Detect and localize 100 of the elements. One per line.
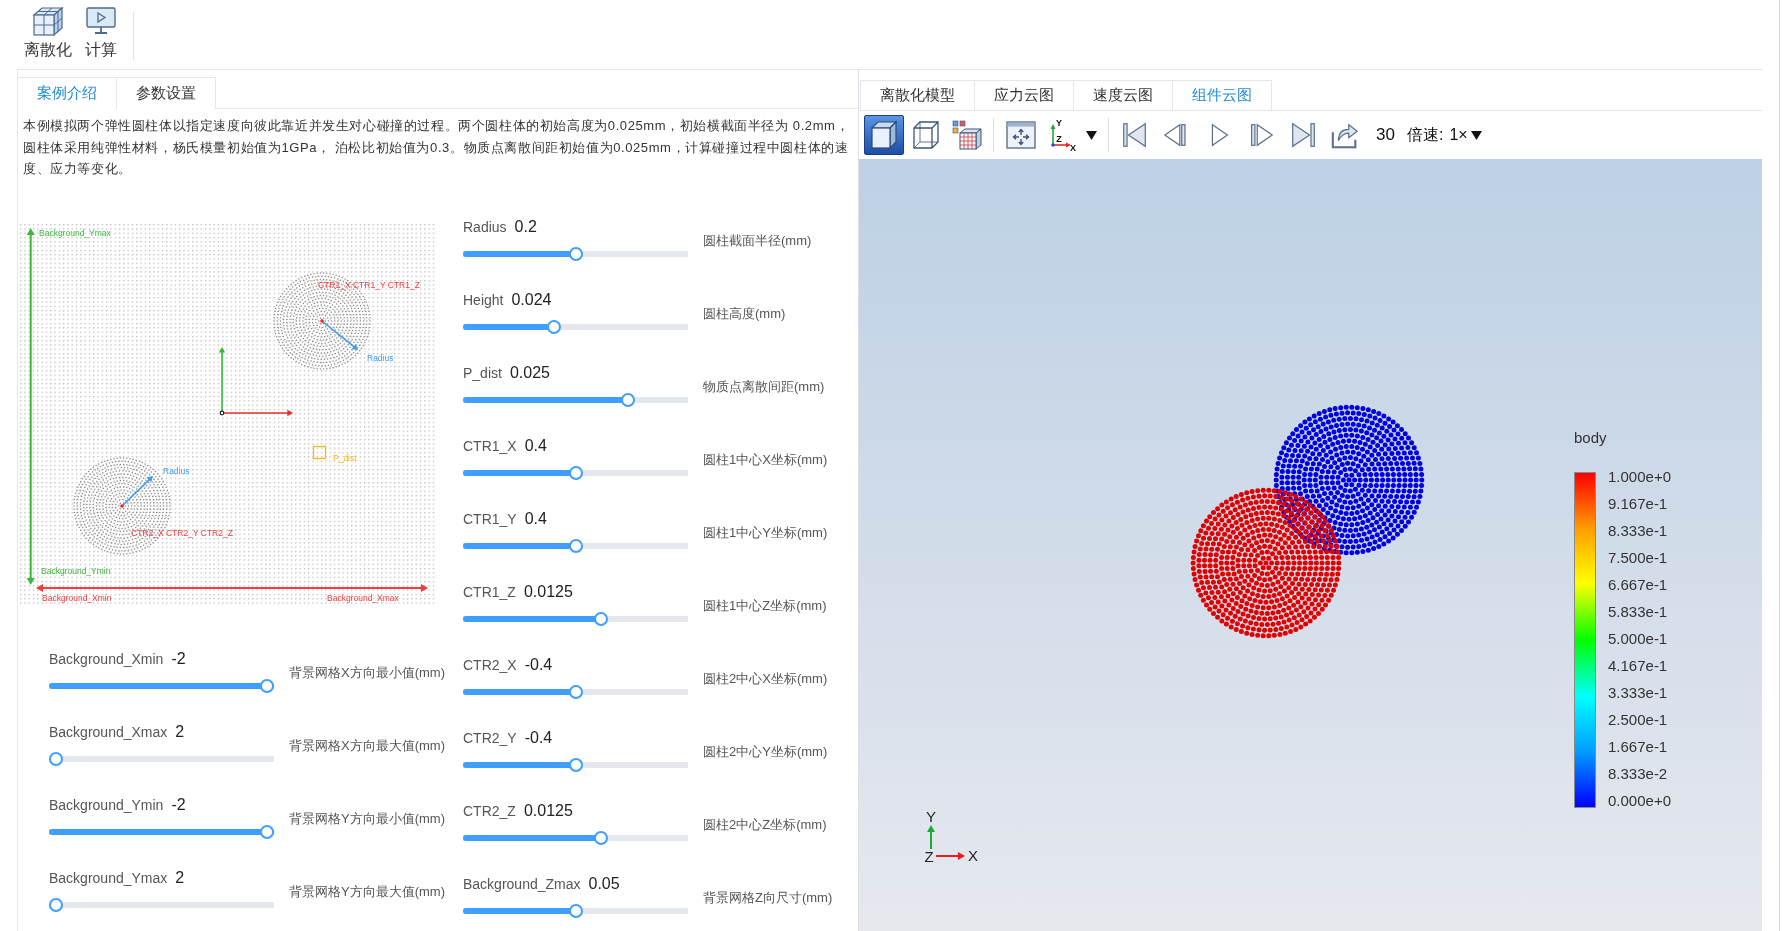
parameter-description: 圆柱2中心Z坐标(mm) [703,816,827,834]
parameter-value: 2 [175,868,185,888]
parameter-name: Background_Zmax [463,875,581,894]
compute-button[interactable]: 计算 [81,4,121,60]
scale-label: 5.833e-1 [1608,603,1669,621]
parameter-description: 背景网格X方向最小值(mm) [289,664,445,682]
x-axis-arrow [221,409,293,417]
axis-label: Z [1056,134,1062,144]
dimension-label: CTR2_X CTR2_Y CTR2_Z [131,528,233,538]
axis-label: X [1070,143,1076,152]
parameter-value: 0.4 [524,509,547,529]
caret-icon [1470,130,1482,140]
dimension-label: Radius [367,353,394,363]
frame-number: 30 [1376,124,1395,147]
tab[interactable]: 参数设置 [117,77,216,109]
parameter-value: 0.025 [509,363,550,383]
scale-label: 5.000e-1 [1608,630,1669,648]
dimension-label: Radius [163,466,190,476]
tab[interactable]: 离散化模型 [860,80,975,110]
slider-thumb[interactable] [568,904,583,918]
legend-title: body [1574,428,1608,448]
parameter-name: Background_Ymax [49,869,168,888]
slider-thumb[interactable] [568,247,583,261]
parameter-description: 物质点离散间距(mm) [703,378,825,396]
scale-label: 8.333e-2 [1608,765,1669,783]
parameter-description: 圆柱1中心Y坐标(mm) [703,524,828,542]
axis-label: Y [926,808,936,825]
solid-view-button[interactable] [864,115,904,155]
scale-label: 7.500e-1 [1608,549,1669,567]
dimension-label: P_dist [333,453,357,463]
dimension-label: Background_Ymax [39,228,111,238]
grid-cube-icon [950,119,982,151]
cube-icon [31,4,65,38]
parameter-name: Height [463,291,504,310]
slider-thumb[interactable] [593,831,608,845]
axis-label: Z [924,848,934,865]
scale-label: 8.333e-1 [1608,522,1669,540]
slider-thumb[interactable] [621,393,636,407]
axis-label: Y [1056,118,1062,128]
parameter-value: 0.2 [514,217,537,237]
case-description: 本例模拟两个弹性圆柱体以指定速度向彼此靠近并发生对心碰撞的过程。两个圆柱体的初始高度为0.025mm，初始横截面半径为 0.2mm，圆柱体采用纯弹性材料，杨氏模量初始值为1GPa， 泊松比初始值为0.3。物质点离散间距初始值为0.025mm，计算碰撞过程中圆柱体的速度、应力等变化。 [23,117,851,178]
parameter-description: 背景网格Z向尺寸(mm) [703,889,833,907]
parameter-description: 圆柱1中心Z坐标(mm) [703,597,827,615]
tab[interactable]: 组件云图 [1173,80,1272,110]
parameter-name: CTR1_Z [463,583,516,602]
center-marker [120,504,124,508]
scale-label: 2.500e-1 [1608,711,1669,729]
parameter-name: CTR2_Y [463,729,517,748]
parameter-value: 0.0125 [523,801,573,821]
parameter-value: 0.0125 [523,582,573,602]
parameter-description: 圆柱高度(mm) [703,305,786,323]
origin-marker [219,410,225,416]
scale-label: 9.167e-1 [1608,495,1669,513]
parameter-description: 背景网格Y方向最小值(mm) [289,810,445,828]
parameter-description: 圆柱2中心X坐标(mm) [703,670,828,688]
discretize-button[interactable]: 离散化 [21,4,75,60]
parameter-value: -0.4 [524,655,553,675]
dimension-label: CTR1_X CTR1_Y CTR1_Z [318,280,420,290]
spacing-marker [312,445,327,460]
axis-label: X [968,847,978,864]
axes-view-button[interactable]: Y Z X [1043,115,1079,155]
radius-arrow [121,476,153,507]
parameter-description: 背景网格X方向最大值(mm) [289,737,445,755]
parameter-value: -0.4 [524,728,553,748]
x-axis-arrow [935,852,965,860]
scale-label: 1.667e-1 [1608,738,1669,756]
slider-thumb[interactable] [593,612,608,626]
slider-thumb[interactable] [49,898,63,912]
tab[interactable]: 案例介绍 [18,77,117,109]
slider-thumb[interactable] [568,758,583,772]
parameter-name: Radius [463,218,507,237]
slider-thumb[interactable] [49,752,63,766]
speed-dropdown[interactable]: 1× [1447,123,1484,147]
scale-label: 3.333e-1 [1608,684,1669,702]
parameter-name: CTR2_X [463,656,517,675]
parameter-name: P_dist [463,364,502,383]
slider-thumb[interactable] [547,320,562,334]
parameter-name: Background_Xmin [49,650,164,669]
move-arrows-icon [1005,119,1037,151]
slider-thumb[interactable] [260,679,274,693]
axes-icon [1050,124,1071,148]
slider-thumb[interactable] [260,825,274,839]
parameter-description: 背景网格Y方向最大值(mm) [289,883,445,901]
scale-label: 0.000e+0 [1608,792,1671,810]
speed-label: 倍速: [1406,125,1444,145]
slider-thumb[interactable] [568,685,583,699]
slider-thumb[interactable] [568,539,583,553]
render-viewport[interactable]: Y Z X body 1.000e+0 9.167e-1 8.333e-1 7.500e-1 6.667e-1 5.833e-1 5.000e-1 4.167e-1 3.333e-1 2.500e-1 1.667e-1 8.333e-2 0.000e+0 [859,159,1762,931]
parameter-value: 0.024 [511,290,552,310]
scale-label: 4.167e-1 [1608,657,1669,675]
dimension-label: Background_Xmin [42,593,112,603]
slider-thumb[interactable] [568,466,583,480]
tab[interactable]: 应力云图 [975,80,1074,110]
parameter-name: Background_Xmax [49,723,168,742]
center-marker [320,319,324,323]
y-axis-arrow [927,825,935,850]
parameter-description: 圆柱1中心X坐标(mm) [703,451,828,469]
dimension-label: Background_Xmax [327,593,399,603]
y-axis-arrow [218,347,226,414]
tab[interactable]: 速度云图 [1074,80,1173,110]
